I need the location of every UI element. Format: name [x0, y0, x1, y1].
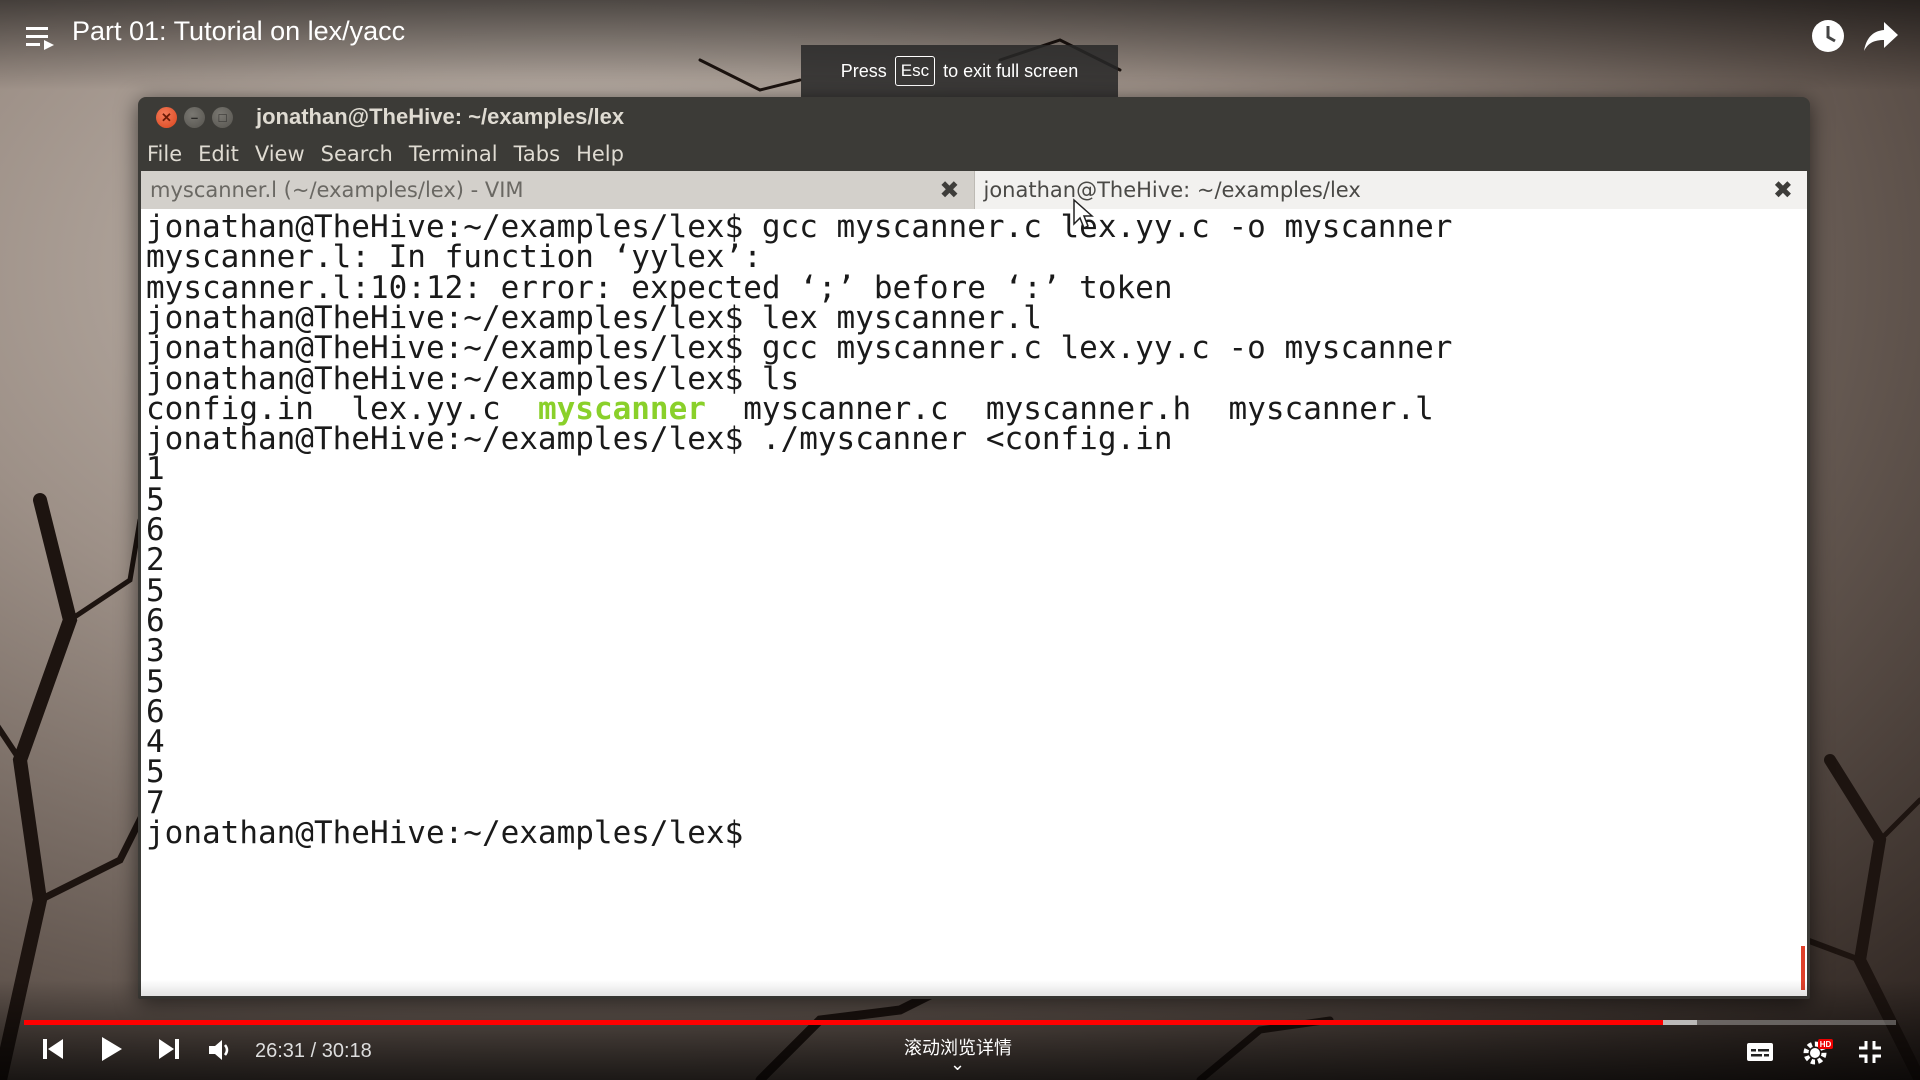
mouse-pointer-icon: [1073, 198, 1094, 230]
menubar: File Edit View Search Terminal Tabs Help: [138, 137, 1810, 171]
chevron-down-icon[interactable]: ⌄: [950, 1054, 965, 1075]
svg-text:HD: HD: [1820, 1040, 1832, 1049]
close-icon[interactable]: ✖: [1773, 171, 1793, 209]
clock-icon[interactable]: [1810, 18, 1846, 54]
tab-terminal[interactable]: jonathan@TheHive: ~/examples/lex ✖: [974, 171, 1807, 209]
maximize-icon: □: [218, 110, 227, 125]
progress-bar[interactable]: [24, 1020, 1896, 1025]
video-title[interactable]: Part 01: Tutorial on lex/yacc: [72, 16, 405, 47]
tab-label: jonathan@TheHive: ~/examples/lex: [983, 178, 1361, 202]
previous-icon[interactable]: [42, 1038, 64, 1060]
tab-vim[interactable]: myscanner.l (~/examples/lex) - VIM ✖: [141, 171, 975, 209]
volume-icon[interactable]: [208, 1038, 234, 1062]
esc-notice-press: Press: [840, 60, 887, 81]
menu-view[interactable]: View: [247, 137, 313, 171]
tab-label: myscanner.l (~/examples/lex) - VIM: [150, 178, 524, 202]
terminal-line: jonathan@TheHive:~/examples/lex$ ./mysca…: [146, 421, 1173, 458]
menu-tabs[interactable]: Tabs: [506, 137, 569, 171]
menu-edit[interactable]: Edit: [190, 137, 247, 171]
close-icon: ✕: [161, 110, 172, 125]
file-myscanner-l: myscanner.l: [1228, 390, 1434, 427]
terminal-prompt: jonathan@TheHive:~/examples/lex$: [146, 815, 744, 851]
window-titlebar[interactable]: ✕ – □ jonathan@TheHive: ~/examples/lex: [138, 97, 1810, 137]
terminal-tabbar: myscanner.l (~/examples/lex) - VIM ✖ jon…: [141, 171, 1807, 209]
exit-fullscreen-notice: Press Esc to exit full screen: [801, 45, 1118, 97]
window-minimize-button[interactable]: –: [184, 107, 205, 128]
share-icon[interactable]: [1862, 20, 1900, 54]
exit-fullscreen-icon[interactable]: [1858, 1040, 1882, 1064]
menu-terminal[interactable]: Terminal: [401, 137, 506, 171]
close-icon[interactable]: ✖: [939, 171, 959, 209]
window-maximize-button[interactable]: □: [212, 107, 233, 128]
time-display: 26:31 / 30:18: [255, 1040, 372, 1062]
menu-help[interactable]: Help: [568, 137, 632, 171]
window-close-button[interactable]: ✕: [156, 107, 177, 128]
terminal-output[interactable]: jonathan@TheHive:~/examples/lex$ gcc mys…: [141, 209, 1807, 996]
menu-file[interactable]: File: [138, 137, 190, 171]
terminal-window: ✕ – □ jonathan@TheHive: ~/examples/lex F…: [138, 97, 1810, 999]
gear-icon[interactable]: HD: [1802, 1038, 1834, 1066]
menu-search[interactable]: Search: [313, 137, 401, 171]
play-icon[interactable]: [100, 1036, 124, 1062]
subtitles-icon[interactable]: [1746, 1042, 1774, 1062]
window-title: jonathan@TheHive: ~/examples/lex: [256, 104, 625, 129]
next-icon[interactable]: [158, 1038, 180, 1060]
esc-notice-suffix: to exit full screen: [943, 60, 1079, 81]
playlist-icon[interactable]: [26, 24, 56, 52]
minimize-icon: –: [190, 110, 199, 125]
progress-played: [24, 1020, 1663, 1025]
esc-key-badge: Esc: [894, 56, 936, 86]
